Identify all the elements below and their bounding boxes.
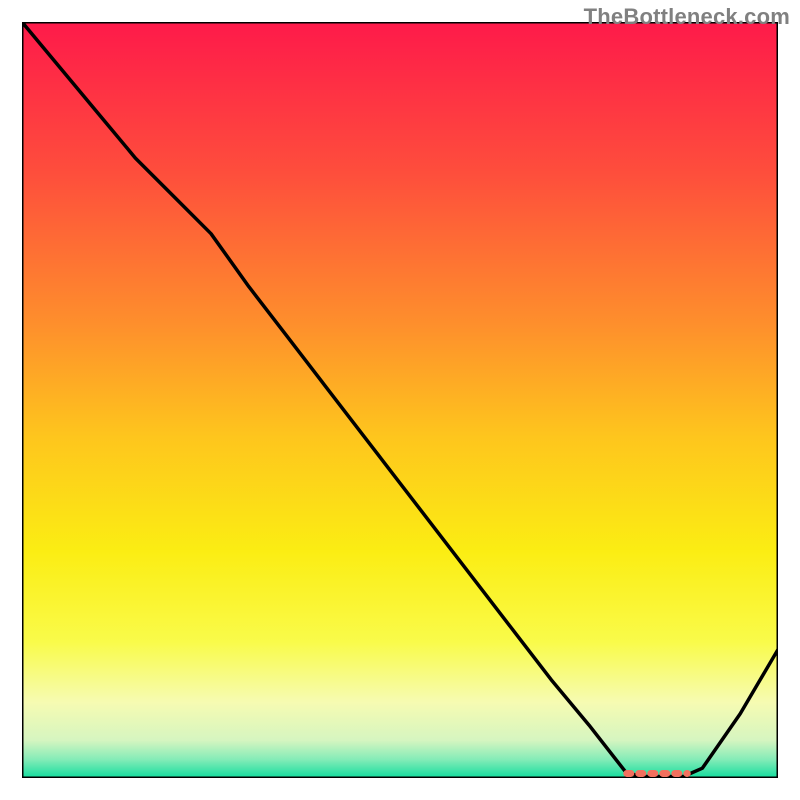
watermark-text: TheBottleneck.com (584, 4, 790, 30)
gradient-background (22, 22, 778, 778)
plot-svg (22, 22, 778, 778)
plot-frame (22, 22, 778, 778)
